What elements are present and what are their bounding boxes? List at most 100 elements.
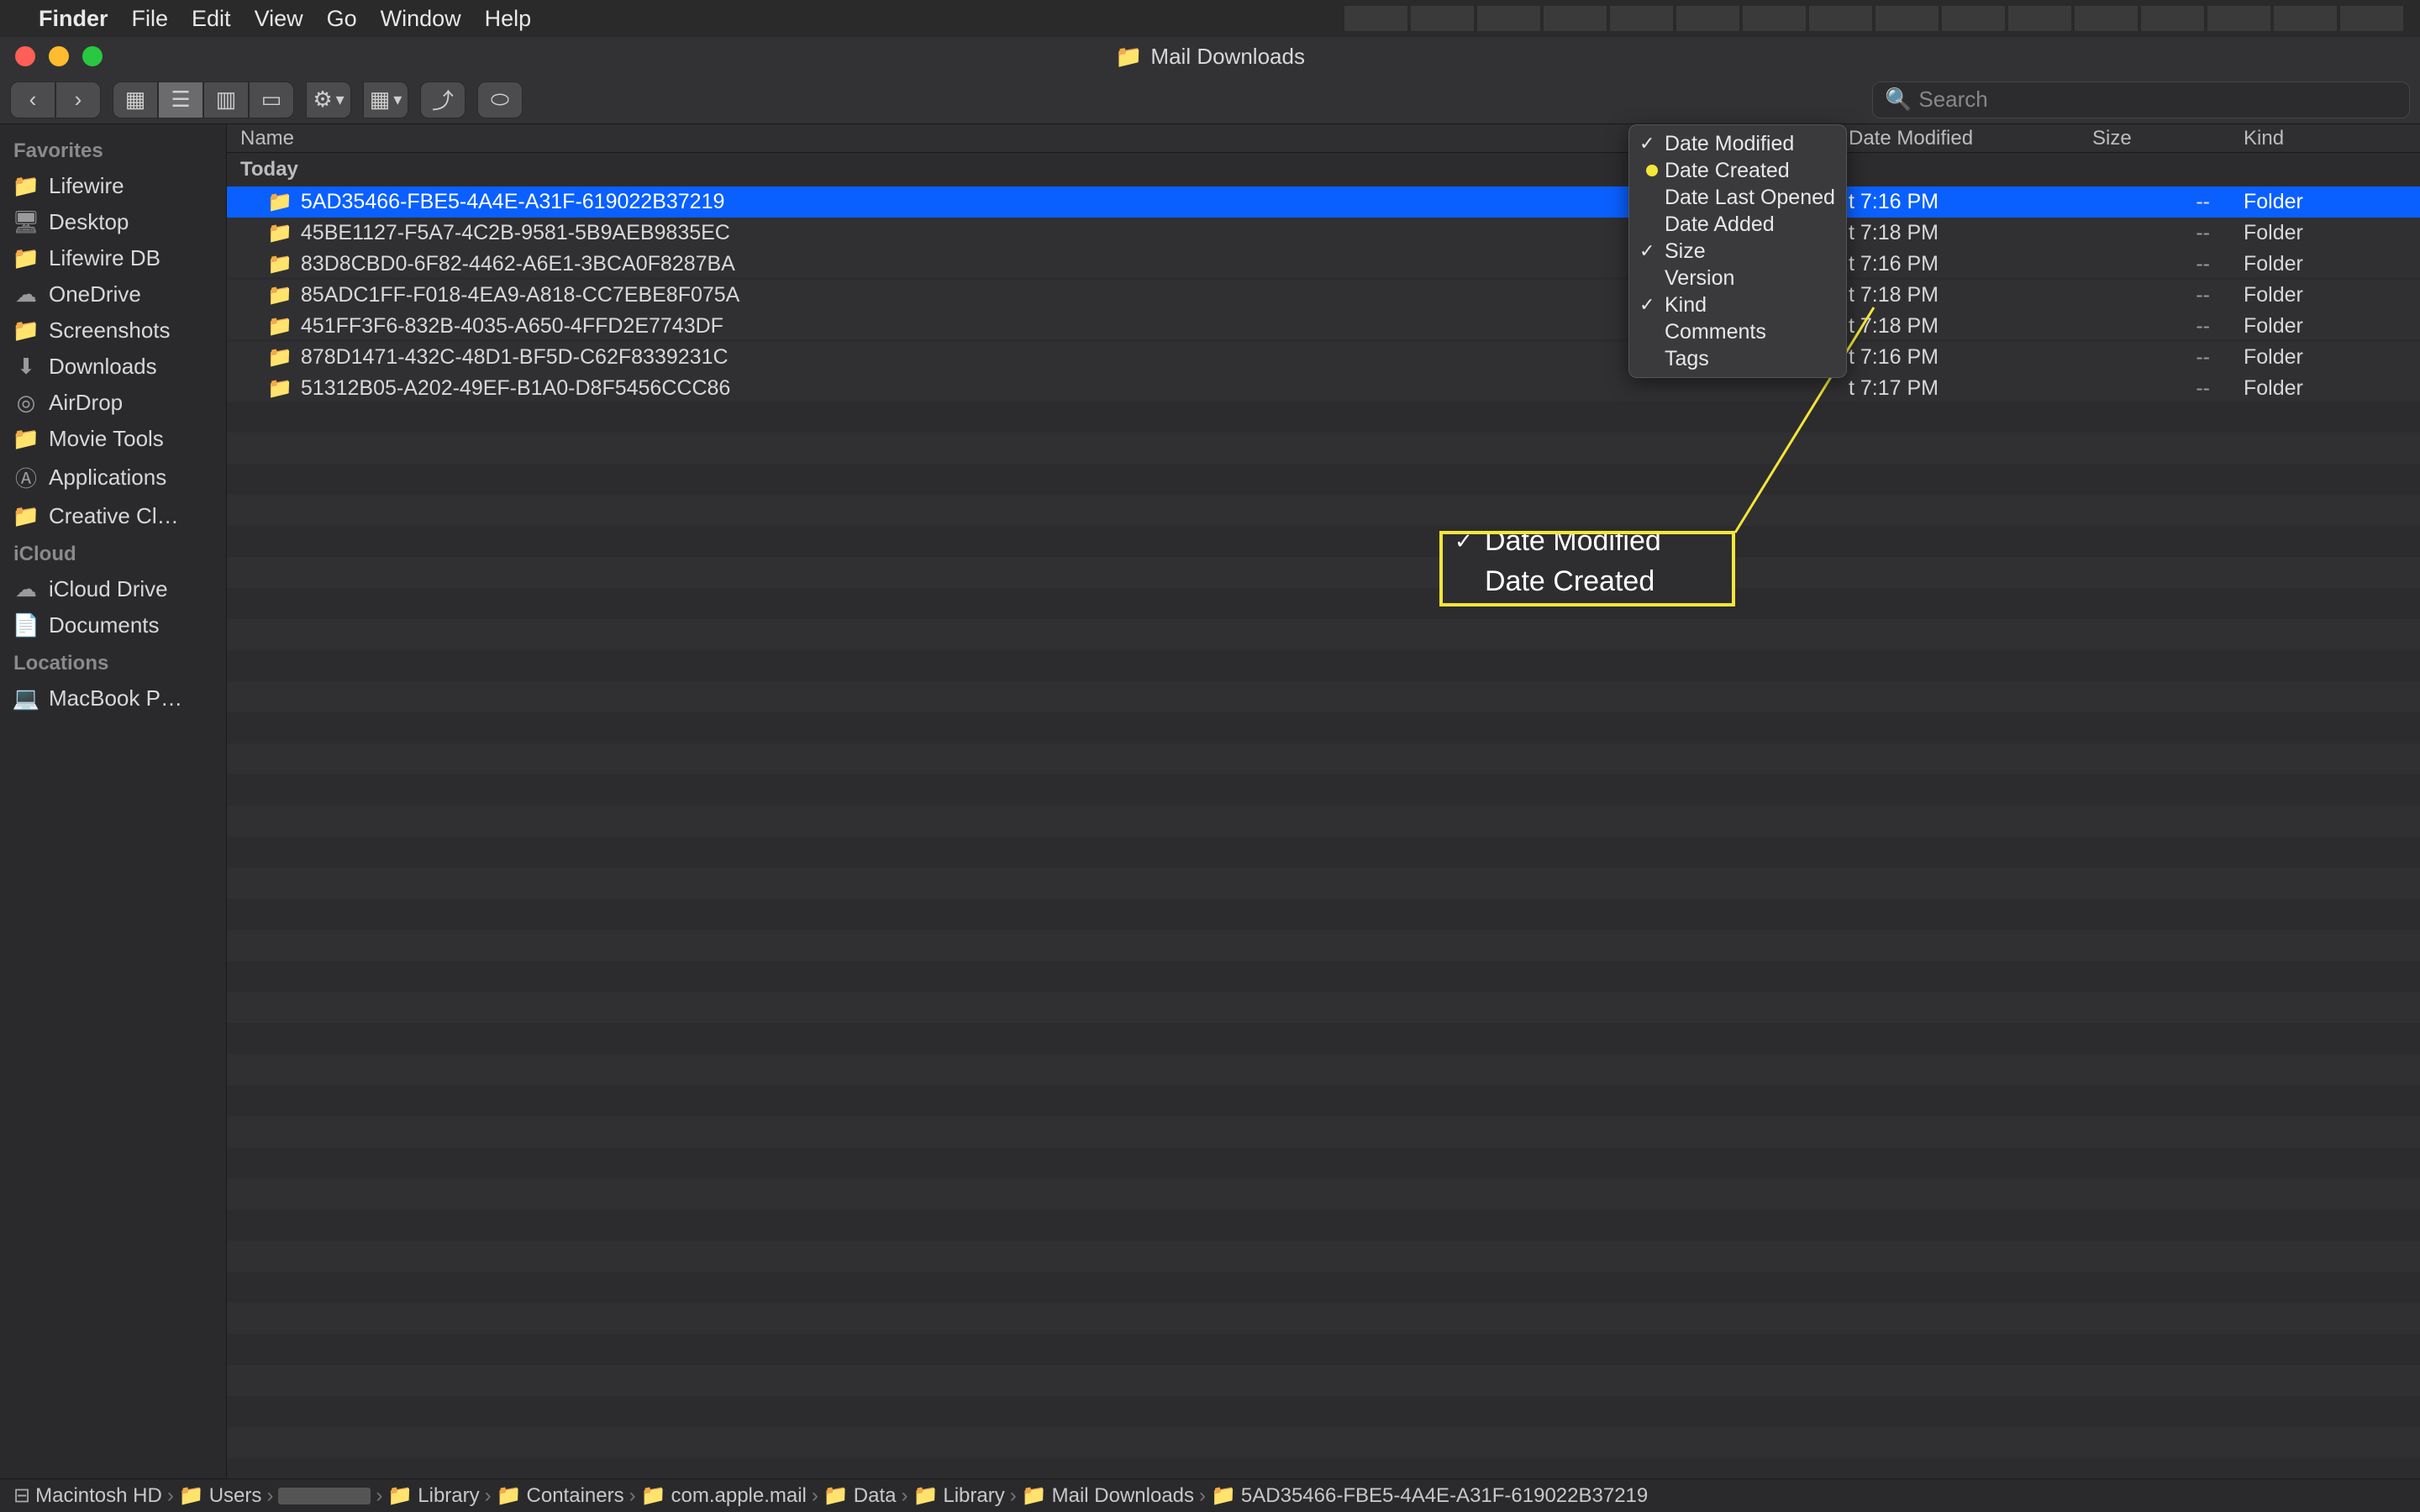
- file-name: 878D1471-432C-48D1-BF5D-C62F8339231C: [301, 345, 729, 370]
- file-size-cell: --: [2092, 283, 2244, 307]
- context-menu-item[interactable]: Date Created: [1629, 157, 1846, 184]
- folder-icon: 📁: [267, 283, 292, 307]
- breadcrumb-item[interactable]: 📁Mail Downloads: [1022, 1483, 1194, 1508]
- breadcrumb-label: com.apple.mail: [671, 1484, 806, 1508]
- context-menu-label: Comments: [1665, 320, 1766, 344]
- column-header-name[interactable]: Name: [227, 127, 1849, 150]
- close-button[interactable]: [15, 46, 35, 66]
- system-menubar: Finder File Edit View Go Window Help: [0, 0, 2420, 37]
- folder-icon: 📁: [13, 503, 39, 529]
- context-menu-label: Size: [1665, 239, 1706, 264]
- file-size-cell: --: [2092, 345, 2244, 370]
- column-header-size[interactable]: Size: [2092, 127, 2244, 150]
- column-headers[interactable]: Name Date Modified Size Kind: [227, 124, 2420, 153]
- breadcrumb-item[interactable]: 📁com.apple.mail: [641, 1483, 807, 1508]
- folder-icon: 📁: [387, 1483, 413, 1508]
- path-bar: ⊟Macintosh HD›📁Users››📁Library›📁Containe…: [0, 1478, 2420, 1512]
- file-name: 451FF3F6-832B-4035-A650-4FFD2E7743DF: [301, 314, 723, 339]
- breadcrumb-separator: ›: [1199, 1484, 1206, 1508]
- sidebar-item[interactable]: 📁Lifewire DB: [0, 240, 226, 276]
- context-menu-item[interactable]: Date Last Opened: [1629, 184, 1846, 211]
- breadcrumb-item[interactable]: 📁Containers: [497, 1483, 624, 1508]
- breadcrumb-item[interactable]: 📁Data: [823, 1483, 897, 1508]
- context-menu-item[interactable]: ✓Kind: [1629, 291, 1846, 318]
- folder-icon: 📁: [267, 190, 292, 214]
- menu-help[interactable]: Help: [485, 6, 532, 32]
- disk-icon: ⊟: [13, 1483, 30, 1508]
- file-name-cell: 📁45BE1127-F5A7-4C2B-9581-5B9AEB9835EC: [227, 221, 1849, 245]
- forward-button[interactable]: ›: [55, 81, 101, 118]
- menu-file[interactable]: File: [132, 6, 169, 32]
- folder-icon: 📁: [267, 252, 292, 276]
- sidebar-item[interactable]: 📁Screenshots: [0, 312, 226, 349]
- search-field[interactable]: 🔍 Search: [1872, 81, 2410, 118]
- sidebar-item[interactable]: 💻MacBook P…: [0, 680, 226, 717]
- file-row[interactable]: 📁5AD35466-FBE5-4A4E-A31F-619022B37219t 7…: [227, 186, 2420, 218]
- sidebar-item[interactable]: ☁iCloud Drive: [0, 571, 226, 607]
- breadcrumb-separator: ›: [167, 1484, 174, 1508]
- sidebar-heading: iCloud: [0, 534, 226, 571]
- view-icons-button[interactable]: ▦: [113, 81, 158, 118]
- file-name-cell: 📁 5AD35466-FBE5-4A4E-A31F-619022B37219: [227, 190, 1849, 214]
- context-menu-item[interactable]: Version: [1629, 265, 1846, 291]
- app-name[interactable]: Finder: [39, 6, 108, 32]
- file-row[interactable]: 📁85ADC1FF-F018-4EA9-A818-CC7EBE8F075At 7…: [227, 280, 2420, 311]
- tags-button[interactable]: ⬭: [477, 81, 523, 118]
- file-row[interactable]: 📁45BE1127-F5A7-4C2B-9581-5B9AEB9835ECt 7…: [227, 218, 2420, 249]
- folder-icon: 📁: [641, 1483, 666, 1508]
- breadcrumb-separator: ›: [1010, 1484, 1017, 1508]
- file-row[interactable]: 📁83D8CBD0-6F82-4462-A6E1-3BCA0F8287BAt 7…: [227, 249, 2420, 280]
- folder-icon: 📁: [497, 1483, 522, 1508]
- sidebar-item-label: AirDrop: [49, 390, 123, 416]
- cloud-icon: ☁: [13, 576, 39, 602]
- view-columns-button[interactable]: ▥: [203, 81, 249, 118]
- breadcrumb-label: Library: [943, 1484, 1004, 1508]
- breadcrumb-item[interactable]: [278, 1488, 371, 1504]
- view-list-button[interactable]: ☰: [158, 81, 203, 118]
- zoom-button[interactable]: [82, 46, 103, 66]
- highlight-dot: [1646, 165, 1658, 176]
- search-icon: 🔍: [1885, 87, 1912, 113]
- sidebar-item[interactable]: ◎AirDrop: [0, 385, 226, 421]
- breadcrumb-item[interactable]: 📁Users: [179, 1483, 262, 1508]
- sidebar-item[interactable]: 📁Creative Cl…: [0, 498, 226, 534]
- action-menu-button[interactable]: ⚙▾: [306, 81, 351, 118]
- file-row[interactable]: 📁451FF3F6-832B-4035-A650-4FFD2E7743DFt 7…: [227, 311, 2420, 342]
- context-menu-item[interactable]: ✓Size: [1629, 238, 1846, 265]
- column-header-kind[interactable]: Kind: [2244, 127, 2420, 150]
- file-row[interactable]: 📁878D1471-432C-48D1-BF5D-C62F8339231Ct 7…: [227, 342, 2420, 373]
- folder-icon: 📁: [1022, 1483, 1047, 1508]
- context-menu-item[interactable]: Tags: [1629, 345, 1846, 372]
- titlebar: 📁 Mail Downloads: [0, 37, 2420, 76]
- back-button[interactable]: ‹: [10, 81, 55, 118]
- minimize-button[interactable]: [49, 46, 69, 66]
- column-header-date[interactable]: Date Modified: [1849, 127, 2092, 150]
- file-date-cell: t 7:18 PM: [1849, 221, 2092, 245]
- breadcrumb-item[interactable]: ⊟Macintosh HD: [13, 1483, 162, 1508]
- breadcrumb-item[interactable]: 📁5AD35466-FBE5-4A4E-A31F-619022B37219: [1211, 1483, 1648, 1508]
- sidebar-item[interactable]: 📁Movie Tools: [0, 421, 226, 457]
- sidebar-item[interactable]: 📄Documents: [0, 607, 226, 643]
- file-row[interactable]: 📁51312B05-A202-49EF-B1A0-D8F5456CCC86t 7…: [227, 373, 2420, 404]
- breadcrumb-item[interactable]: 📁Library: [387, 1483, 479, 1508]
- file-name: 5AD35466-FBE5-4A4E-A31F-619022B37219: [301, 190, 725, 214]
- sidebar-item[interactable]: 📁Lifewire: [0, 168, 226, 204]
- menu-view[interactable]: View: [255, 6, 303, 32]
- share-button[interactable]: ⤴: [420, 81, 466, 118]
- sidebar-heading: Locations: [0, 643, 226, 680]
- context-menu-item[interactable]: Comments: [1629, 318, 1846, 345]
- arrange-menu-button[interactable]: ▦▾: [363, 81, 408, 118]
- sidebar-item[interactable]: ⬇Downloads: [0, 349, 226, 385]
- sidebar-item[interactable]: ⒶApplications: [0, 457, 226, 498]
- breadcrumb-item[interactable]: 📁Library: [913, 1483, 1004, 1508]
- desktop-icon: 🖥: [13, 209, 39, 235]
- sidebar-item[interactable]: 🖥Desktop: [0, 204, 226, 240]
- menu-edit[interactable]: Edit: [192, 6, 231, 32]
- view-gallery-button[interactable]: ▭: [249, 81, 294, 118]
- menu-go[interactable]: Go: [327, 6, 357, 32]
- context-menu-item[interactable]: ✓Date Modified: [1629, 130, 1846, 157]
- context-menu-item[interactable]: Date Added: [1629, 211, 1846, 238]
- menu-window[interactable]: Window: [381, 6, 461, 32]
- sidebar-item[interactable]: ☁OneDrive: [0, 276, 226, 312]
- file-name-cell: 📁878D1471-432C-48D1-BF5D-C62F8339231C: [227, 345, 1849, 370]
